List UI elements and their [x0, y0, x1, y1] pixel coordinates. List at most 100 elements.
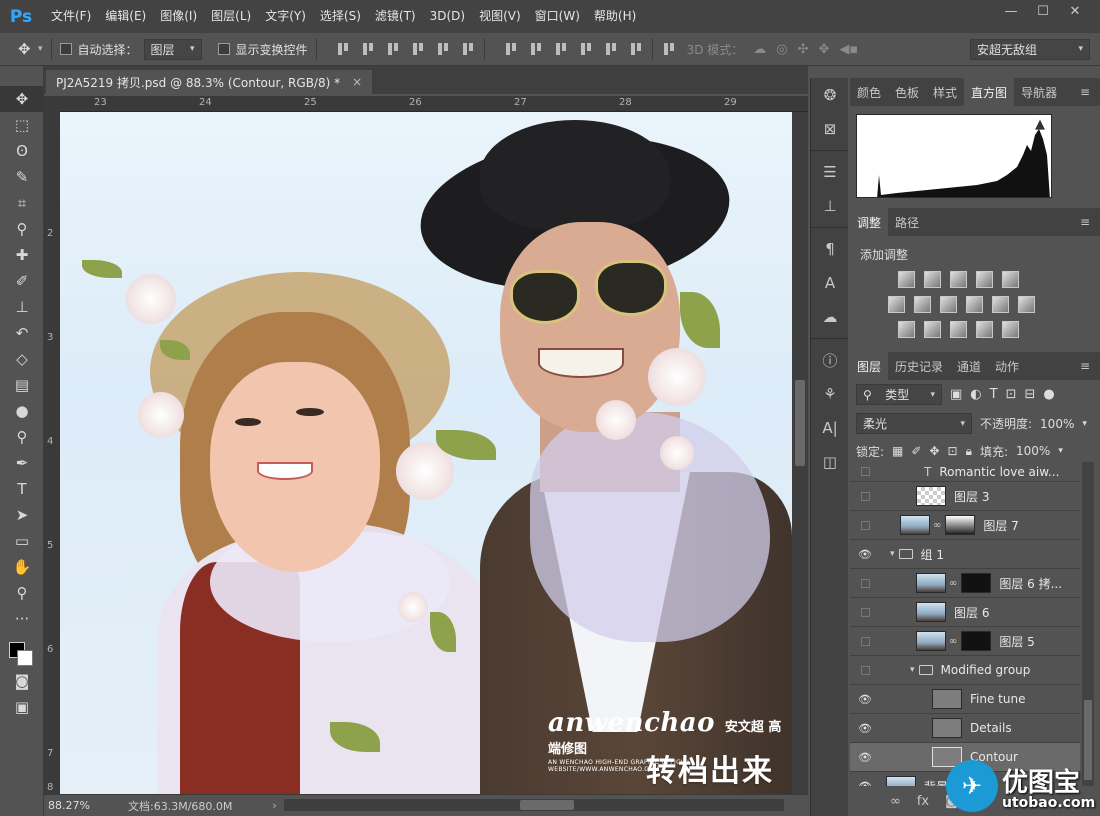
- pen-tool-icon[interactable]: ✒: [0, 450, 44, 476]
- visibility-toggle[interactable]: [850, 607, 880, 617]
- chain-link-icon[interactable]: ∞: [949, 636, 957, 647]
- align-vcenter-icon[interactable]: [360, 41, 376, 57]
- lock-position-icon[interactable]: ✥: [929, 444, 939, 458]
- opacity-value[interactable]: 100%: [1040, 417, 1074, 431]
- lock-all-icon[interactable]: 🔒︎: [966, 444, 972, 459]
- paragraph-icon[interactable]: ¶: [811, 232, 849, 266]
- brush-presets-icon[interactable]: ⚘: [811, 377, 849, 411]
- menu-window[interactable]: 窗口(W): [528, 0, 587, 33]
- visibility-toggle[interactable]: [850, 636, 880, 646]
- align-top-icon[interactable]: [335, 41, 351, 57]
- eye-icon[interactable]: 👁︎: [850, 722, 880, 735]
- layer-kind-filter[interactable]: ⚲ 类型 ▾: [856, 384, 942, 405]
- hue-saturation-icon[interactable]: [888, 296, 905, 313]
- lasso-tool-icon[interactable]: ʘ: [0, 138, 44, 164]
- 3d-icon[interactable]: ❂: [811, 78, 849, 112]
- color-balance-icon[interactable]: [914, 296, 931, 313]
- dodge-tool-icon[interactable]: ⚲: [0, 424, 44, 450]
- blur-tool-icon[interactable]: ●: [0, 398, 44, 424]
- chevron-down-icon[interactable]: ▾: [1082, 419, 1087, 429]
- menu-edit[interactable]: 编辑(E): [98, 0, 153, 33]
- tab-styles[interactable]: 样式: [926, 78, 964, 106]
- character-icon[interactable]: A: [811, 266, 849, 300]
- zoom-level-field[interactable]: 88.27%: [44, 799, 116, 812]
- tab-color[interactable]: 颜色: [850, 78, 888, 106]
- chevron-down-icon[interactable]: ▾: [1058, 446, 1063, 456]
- type-filter-icon[interactable]: T: [990, 387, 998, 402]
- crop-tool-icon[interactable]: ⌗: [0, 190, 44, 216]
- close-icon[interactable]: ×: [352, 75, 362, 89]
- channel-mixer-icon[interactable]: [992, 296, 1009, 313]
- vibrance-icon[interactable]: [1002, 271, 1019, 288]
- filter-toggle-icon[interactable]: ●: [1043, 387, 1054, 402]
- screen-mode-icon[interactable]: ▣: [0, 694, 44, 720]
- blend-mode-dropdown[interactable]: 柔光 ▾: [856, 413, 972, 434]
- distribute-left-icon[interactable]: [578, 41, 594, 57]
- clone-stamp-tool-icon[interactable]: ⊥: [0, 294, 44, 320]
- layer-style-icon[interactable]: fx: [917, 794, 929, 809]
- auto-select-option[interactable]: 自动选择：: [59, 41, 138, 58]
- menu-3d[interactable]: 3D(D): [423, 0, 472, 33]
- show-transform-checkbox[interactable]: [217, 43, 230, 55]
- move-tool-icon[interactable]: ✥: [0, 86, 44, 112]
- shape-filter-icon[interactable]: ⊡: [1006, 387, 1017, 402]
- zoom-tool-icon[interactable]: ⚲: [0, 580, 44, 606]
- layer-row[interactable]: 👁︎ Fine tune: [850, 685, 1080, 714]
- marquee-tool-icon[interactable]: ⬚: [0, 112, 44, 138]
- auto-select-checkbox[interactable]: [59, 43, 72, 55]
- layer-comps-icon[interactable]: ◫: [811, 445, 849, 479]
- horizontal-ruler[interactable]: 23 24 25 26 27 28 29: [60, 96, 808, 112]
- visibility-toggle[interactable]: [850, 520, 880, 530]
- layer-row[interactable]: 👁︎ Details: [850, 714, 1080, 743]
- vertical-ruler[interactable]: 2 3 4 5 6 7 8: [44, 112, 60, 794]
- distribute-vcenter-icon[interactable]: [528, 41, 544, 57]
- distribute-right-icon[interactable]: [628, 41, 644, 57]
- tab-layers[interactable]: 图层: [850, 352, 889, 380]
- gradient-tool-icon[interactable]: ▤: [0, 372, 44, 398]
- menu-file[interactable]: 文件(F): [44, 0, 98, 33]
- layer-mask-thumbnail[interactable]: [945, 515, 976, 535]
- link-layers-icon[interactable]: ∞: [890, 794, 901, 809]
- layers-scrollbar[interactable]: [1082, 462, 1094, 786]
- black-white-icon[interactable]: [940, 296, 957, 313]
- rectangle-tool-icon[interactable]: ▭: [0, 528, 44, 554]
- 3d-orbit-icon[interactable]: ☁: [753, 42, 766, 57]
- measurement-icon[interactable]: ⊠: [811, 112, 849, 146]
- more-tools-icon[interactable]: ···: [0, 606, 44, 632]
- tab-swatches[interactable]: 色板: [888, 78, 926, 106]
- 3d-scale-icon[interactable]: ◀▪: [839, 42, 858, 57]
- layer-row[interactable]: 图层 6: [850, 598, 1080, 627]
- close-window-button[interactable]: ✕: [1060, 0, 1090, 22]
- menu-help[interactable]: 帮助(H): [587, 0, 643, 33]
- photo-filter-icon[interactable]: [966, 296, 983, 313]
- menu-view[interactable]: 视图(V): [472, 0, 528, 33]
- gradient-map-icon[interactable]: [1002, 321, 1019, 338]
- fill-value[interactable]: 100%: [1016, 444, 1050, 458]
- auto-select-target-dropdown[interactable]: 图层 ▾: [143, 38, 202, 60]
- levels-icon[interactable]: [924, 271, 941, 288]
- tab-channels[interactable]: 通道: [950, 352, 988, 380]
- path-select-tool-icon[interactable]: ➤: [0, 502, 44, 528]
- warning-icon[interactable]: ▲: [1035, 117, 1045, 132]
- panel-menu-icon[interactable]: ≡: [1080, 215, 1090, 229]
- eye-icon[interactable]: 👁︎: [850, 751, 880, 764]
- quick-mask-icon[interactable]: ◙: [0, 668, 44, 694]
- healing-brush-tool-icon[interactable]: ✚: [0, 242, 44, 268]
- distribute-bottom-icon[interactable]: [553, 41, 569, 57]
- layer-row[interactable]: T Romantic love aiw...: [850, 462, 1080, 482]
- horizontal-scroll-thumb[interactable]: [520, 800, 574, 810]
- layer-mask-thumbnail[interactable]: [961, 631, 992, 651]
- tab-navigator[interactable]: 导航器: [1014, 78, 1064, 106]
- eyedropper-tool-icon[interactable]: ⚲: [0, 216, 44, 242]
- layer-row[interactable]: ∞ 图层 5: [850, 627, 1080, 656]
- align-left-icon[interactable]: [410, 41, 426, 57]
- 3d-pan-icon[interactable]: ✣: [798, 42, 809, 57]
- selective-color-icon[interactable]: [976, 321, 993, 338]
- vertical-scroll-thumb[interactable]: [795, 380, 805, 466]
- exposure-icon[interactable]: [976, 271, 993, 288]
- document-canvas[interactable]: anwenchao 安文超 高端修图 AN WENCHAO HIGH-END G…: [60, 112, 792, 794]
- eraser-tool-icon[interactable]: ◇: [0, 346, 44, 372]
- lock-pixels-icon[interactable]: ✐: [911, 444, 921, 458]
- visibility-toggle[interactable]: [850, 467, 880, 476]
- menu-filter[interactable]: 滤镜(T): [368, 0, 423, 33]
